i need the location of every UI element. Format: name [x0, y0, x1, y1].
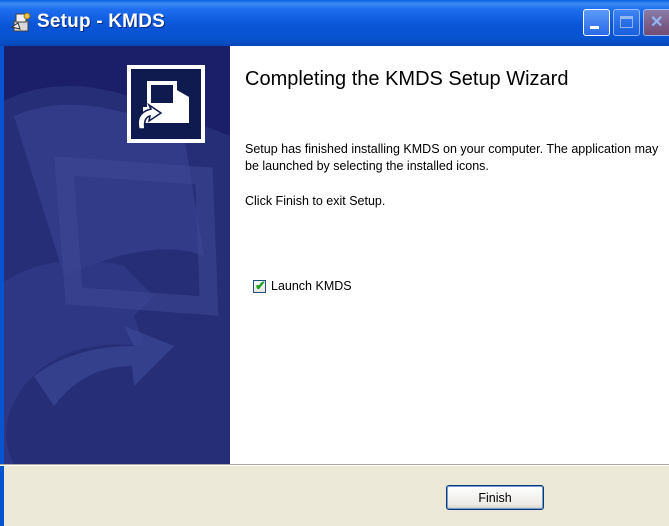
maximize-icon[interactable]	[613, 9, 640, 36]
launch-kmds-label[interactable]: Launch KMDS	[271, 279, 352, 293]
computer-installer-icon	[127, 65, 205, 143]
window-title: Setup - KMDS	[37, 11, 166, 32]
launch-kmds-checkbox[interactable]: ✔	[253, 278, 266, 293]
title-bar[interactable]: Setup - KMDS	[0, 0, 669, 46]
setup-installer-icon	[10, 11, 34, 35]
wizard-content: Completing the KMDS Setup Wizard Setup h…	[4, 46, 669, 464]
button-area-divider	[0, 464, 669, 466]
finish-instruction: Click Finish to exit Setup.	[245, 194, 386, 208]
wizard-side-image	[4, 46, 230, 464]
completion-message: Setup has finished installing KMDS on yo…	[245, 142, 659, 173]
wizard-heading: Completing the KMDS Setup Wizard	[245, 68, 569, 90]
checkmark-icon: ✔	[255, 278, 266, 293]
setup-window: Setup - KMDS ✕ Completing the KMDS Setup…	[0, 0, 669, 526]
minimize-icon[interactable]	[583, 9, 610, 36]
close-icon[interactable]	[643, 9, 669, 36]
finish-button[interactable]: Finish	[446, 485, 544, 510]
